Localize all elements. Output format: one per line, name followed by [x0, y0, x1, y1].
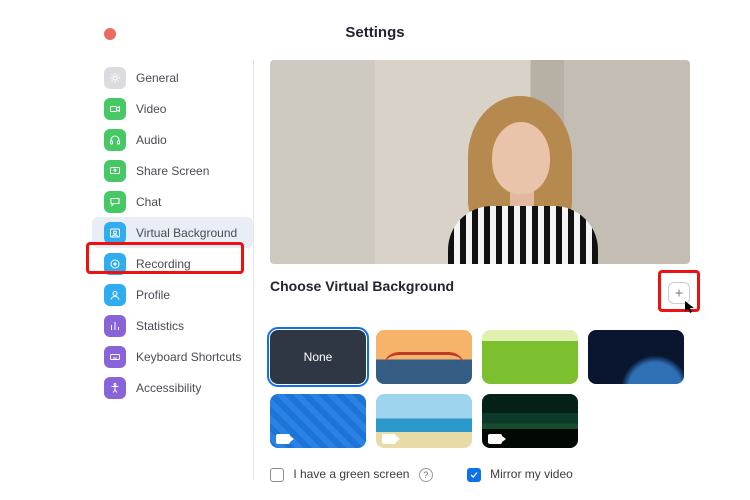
checkbox-unchecked-icon	[270, 468, 284, 482]
option-label: Mirror my video	[490, 467, 573, 481]
background-option-earth-space[interactable]	[588, 330, 684, 384]
video-badge-icon	[488, 434, 502, 444]
sidebar-item-label: Virtual Background	[136, 226, 237, 240]
window-title: Settings	[0, 24, 750, 41]
options-row: I have a green screen ? Mirror my video	[270, 467, 573, 482]
sidebar-item-general[interactable]: General	[92, 62, 253, 93]
statistics-icon	[104, 315, 126, 337]
sidebar-item-virtual-background[interactable]: Virtual Background	[92, 217, 253, 248]
settings-sidebar: General Video Audio Share Screen Chat Vi…	[92, 60, 254, 480]
background-option-grass[interactable]	[482, 330, 578, 384]
cursor-icon	[684, 300, 696, 317]
sidebar-item-audio[interactable]: Audio	[92, 124, 253, 155]
video-icon	[104, 98, 126, 120]
sidebar-item-label: Profile	[136, 288, 170, 302]
sidebar-item-statistics[interactable]: Statistics	[92, 310, 253, 341]
share-screen-icon	[104, 160, 126, 182]
sidebar-item-label: Share Screen	[136, 164, 209, 178]
accessibility-icon	[104, 377, 126, 399]
keyboard-icon	[104, 346, 126, 368]
background-thumbnails: None	[270, 330, 696, 448]
sidebar-item-label: Video	[136, 102, 166, 116]
sidebar-item-profile[interactable]: Profile	[92, 279, 253, 310]
settings-window: Settings General Video Audio Share Scree…	[0, 0, 750, 500]
mirror-video-option[interactable]: Mirror my video	[467, 467, 573, 482]
green-screen-option[interactable]: I have a green screen ?	[270, 467, 433, 482]
profile-icon	[104, 284, 126, 306]
video-badge-icon	[382, 434, 396, 444]
background-option-beach[interactable]	[376, 394, 472, 448]
background-option-aurora[interactable]	[482, 394, 578, 448]
virtual-background-icon	[104, 222, 126, 244]
chat-icon	[104, 191, 126, 213]
background-option-label: None	[304, 350, 333, 364]
sidebar-item-label: General	[136, 71, 179, 85]
sidebar-item-recording[interactable]: Recording	[92, 248, 253, 279]
video-preview	[270, 60, 690, 264]
help-icon[interactable]: ?	[419, 468, 433, 482]
sidebar-item-accessibility[interactable]: Accessibility	[92, 372, 253, 403]
sidebar-item-video[interactable]: Video	[92, 93, 253, 124]
virtual-background-panel: Choose Virtual Background None I have a …	[270, 60, 696, 490]
sidebar-item-keyboard-shortcuts[interactable]: Keyboard Shortcuts	[92, 341, 253, 372]
gear-icon	[104, 67, 126, 89]
sidebar-item-share-screen[interactable]: Share Screen	[92, 155, 253, 186]
video-preview-person	[440, 96, 600, 264]
sidebar-item-label: Statistics	[136, 319, 184, 333]
sidebar-item-label: Chat	[136, 195, 161, 209]
sidebar-item-label: Accessibility	[136, 381, 201, 395]
sidebar-item-chat[interactable]: Chat	[92, 186, 253, 217]
option-label: I have a green screen	[293, 467, 409, 481]
headphones-icon	[104, 129, 126, 151]
plus-icon	[673, 287, 685, 299]
sidebar-item-label: Audio	[136, 133, 167, 147]
video-badge-icon	[276, 434, 290, 444]
checkbox-checked-icon	[467, 468, 481, 482]
background-option-none[interactable]: None	[270, 330, 366, 384]
recording-icon	[104, 253, 126, 275]
sidebar-item-label: Recording	[136, 257, 191, 271]
background-option-blue-pattern[interactable]	[270, 394, 366, 448]
background-option-golden-gate[interactable]	[376, 330, 472, 384]
sidebar-item-label: Keyboard Shortcuts	[136, 350, 241, 364]
section-title: Choose Virtual Background	[270, 278, 696, 294]
